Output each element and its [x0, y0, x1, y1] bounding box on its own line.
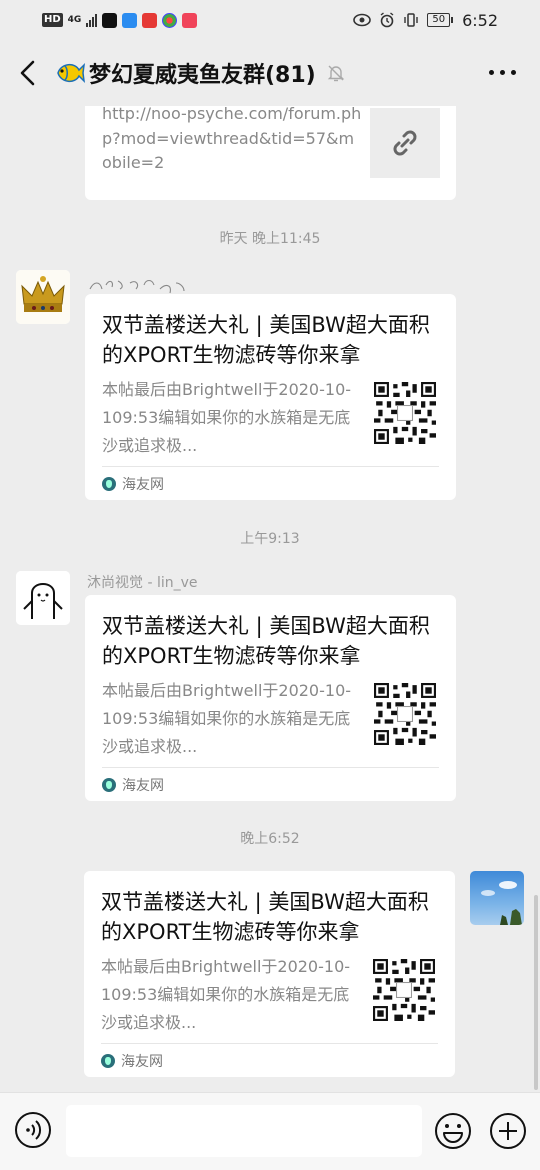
voice-input-icon[interactable] — [14, 1111, 52, 1149]
source-name: 海友网 — [121, 1054, 163, 1070]
my-avatar[interactable] — [470, 871, 524, 925]
crown-avatar-icon — [16, 270, 70, 324]
avatar[interactable] — [16, 270, 70, 324]
signal-icon — [86, 13, 98, 27]
app-blue-icon — [122, 12, 138, 28]
hd-icon: HD — [42, 13, 63, 27]
app-color-icon — [162, 12, 178, 28]
message-input[interactable] — [66, 1105, 422, 1157]
article-source: 海友网 — [102, 474, 164, 494]
divider — [102, 767, 439, 768]
article-title: 双节盖楼送大礼 | 美国BW超大面积的XPORT生物滤砖等你来拿 — [101, 890, 429, 944]
divider — [102, 466, 439, 467]
app-pink-icon — [182, 12, 198, 28]
link-url-text: http://noo-psyche.com/forum.php?mod=view… — [102, 106, 362, 172]
source-logo-icon — [102, 778, 116, 792]
source-name: 海友网 — [122, 477, 164, 493]
divider — [101, 1043, 438, 1044]
more-options-icon[interactable] — [489, 70, 516, 75]
article-summary: 本帖最后由Brightwell于2020-10-109:53编辑如果你的水族箱是… — [101, 957, 351, 1032]
ghost-avatar-icon — [16, 571, 70, 625]
link-chain-icon — [393, 130, 417, 156]
ornamental-nickname-icon — [89, 279, 185, 294]
article-title: 双节盖楼送大礼 | 美国BW超大面积的XPORT生物滤砖等你来拿 — [102, 614, 430, 668]
link-message-card[interactable]: http://noo-psyche.com/forum.php?mod=view… — [85, 106, 456, 200]
scrollbar[interactable] — [534, 895, 538, 1090]
article-card[interactable]: 双节盖楼送大礼 | 美国BW超大面积的XPORT生物滤砖等你来拿 本帖最后由Br… — [84, 871, 455, 1077]
emoji-icon[interactable] — [433, 1111, 473, 1151]
app-red-icon — [142, 12, 158, 28]
input-bar — [0, 1092, 540, 1170]
chat-header: 梦幻夏威夷鱼友群(81) — [0, 40, 540, 106]
status-bar: HD 4G 50 6:52 — [0, 0, 540, 40]
source-name: 海友网 — [122, 778, 164, 794]
article-summary: 本帖最后由Brightwell于2020-10-109:53编辑如果你的水族箱是… — [102, 380, 352, 455]
yellow-tang-fish-icon — [57, 62, 85, 84]
eye-icon — [353, 13, 372, 27]
plus-more-icon[interactable] — [488, 1111, 528, 1151]
vibrate-icon — [404, 13, 419, 27]
qr-code-image — [374, 683, 436, 745]
chat-title-text: 梦幻夏威夷鱼友群(81) — [89, 63, 316, 88]
timestamp: 上午9:13 — [240, 531, 300, 547]
avatar[interactable] — [16, 571, 70, 625]
chat-title: 梦幻夏威夷鱼友群(81) — [55, 57, 346, 89]
battery-indicator: 50 — [427, 13, 453, 27]
sender-name: 沐尚视觉 - lin_ve — [87, 575, 198, 591]
article-source: 海友网 — [101, 1051, 163, 1071]
article-card[interactable]: 双节盖楼送大礼 | 美国BW超大面积的XPORT生物滤砖等你来拿 本帖最后由Br… — [85, 294, 456, 500]
mute-bell-icon — [327, 65, 344, 82]
timestamp: 昨天 晚上11:45 — [219, 231, 321, 247]
link-thumbnail — [370, 108, 440, 178]
back-arrow-icon[interactable] — [16, 58, 42, 88]
source-logo-icon — [101, 1054, 115, 1068]
qr-code-image — [374, 382, 436, 444]
tiktok-icon — [102, 12, 118, 28]
article-summary: 本帖最后由Brightwell于2020-10-109:53编辑如果你的水族箱是… — [102, 681, 352, 756]
sky-photo-avatar-icon — [481, 881, 522, 925]
alarm-icon — [380, 12, 394, 28]
timestamp: 晚上6:52 — [240, 831, 300, 847]
source-logo-icon — [102, 477, 116, 491]
article-source: 海友网 — [102, 775, 164, 795]
clock: 6:52 — [462, 10, 498, 30]
message-list: http://noo-psyche.com/forum.php?mod=view… — [0, 106, 540, 1092]
article-title: 双节盖楼送大礼 | 美国BW超大面积的XPORT生物滤砖等你来拿 — [102, 313, 430, 367]
qr-code-image — [373, 959, 435, 1021]
article-card[interactable]: 双节盖楼送大礼 | 美国BW超大面积的XPORT生物滤砖等你来拿 本帖最后由Br… — [85, 595, 456, 801]
network-type: 4G — [67, 14, 82, 25]
